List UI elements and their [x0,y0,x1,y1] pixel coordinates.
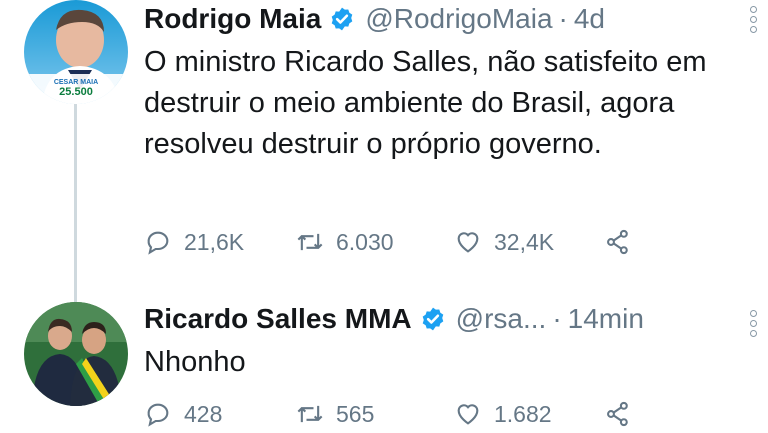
reply-count: 21,6K [184,228,245,255]
retweet-count: 6.030 [336,228,394,255]
tweet-rodrigo-maia[interactable]: CESAR MAIA 25.500 Rodrigo Maia @RodrigoM… [0,0,768,300]
verified-badge-icon [420,306,446,332]
reply-button[interactable]: 428 [144,400,296,428]
reply-icon [147,231,169,255]
retweet-count: 565 [336,400,375,427]
tweet-text: O ministro Ricardo Salles, não satisfeit… [144,46,707,160]
share-icon [607,401,628,427]
heart-icon [457,232,479,253]
share-button[interactable] [604,228,644,256]
svg-text:25.500: 25.500 [59,86,93,98]
retweet-icon [297,405,323,423]
author-handle[interactable]: @rsa... [456,303,547,335]
verified-badge-icon [329,6,355,32]
avatar-ricardo-salles[interactable] [24,302,128,406]
tweet-header: Rodrigo Maia @RodrigoMaia · 4d [144,2,748,36]
reply-count: 428 [184,400,223,427]
tweet-header: Ricardo Salles MMA @rsa... · 14min [144,302,748,336]
retweet-button[interactable]: 6.030 [296,228,454,256]
more-options-icon[interactable] [750,6,760,36]
separator: · [552,303,562,334]
tweet-text: Nhonho [144,346,246,378]
tweet-actions: 428 565 1.682 [144,400,644,428]
avatar-rodrigo-maia[interactable]: CESAR MAIA 25.500 [24,0,128,104]
like-button[interactable]: 1.682 [454,400,604,428]
reply-icon [147,403,169,427]
timestamp[interactable]: 14min [568,303,644,335]
like-button[interactable]: 32,4K [454,228,604,256]
svg-text:CESAR MAIA: CESAR MAIA [54,79,98,86]
author-handle[interactable]: @RodrigoMaia [365,3,552,35]
retweet-button[interactable]: 565 [296,400,454,428]
like-count: 32,4K [494,228,555,255]
retweet-icon [297,233,323,251]
tweet-actions: 21,6K 6.030 32,4K [144,228,644,256]
like-count: 1.682 [494,400,552,427]
separator: · [558,3,568,34]
heart-icon [457,404,479,425]
tweet-ricardo-salles[interactable]: Ricardo Salles MMA @rsa... · 14min Nhonh… [0,296,768,433]
more-options-icon[interactable] [750,310,760,340]
author-name[interactable]: Ricardo Salles MMA [144,303,412,335]
share-icon [607,229,628,255]
timestamp[interactable]: 4d [574,3,605,35]
reply-button[interactable]: 21,6K [144,228,296,256]
author-name[interactable]: Rodrigo Maia [144,3,321,35]
share-button[interactable] [604,400,644,428]
